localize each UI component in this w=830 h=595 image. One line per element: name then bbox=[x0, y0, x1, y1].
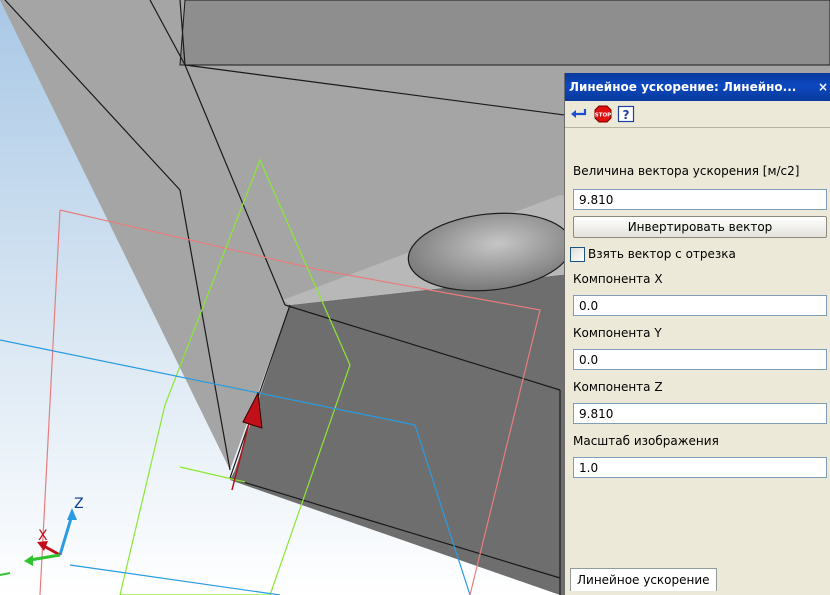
take-vector-checkbox[interactable] bbox=[570, 246, 585, 262]
help-icon: ? bbox=[617, 105, 635, 123]
axis-x-label: X bbox=[38, 528, 48, 544]
svg-text:STOP: STOP bbox=[595, 113, 611, 119]
create-object-button[interactable] bbox=[570, 105, 588, 123]
stop-button[interactable]: STOP bbox=[594, 105, 612, 123]
component-x-label: Компонента X bbox=[573, 272, 663, 286]
close-icon[interactable]: × bbox=[818, 73, 828, 101]
component-z-label: Компонента Z bbox=[573, 380, 663, 394]
svg-text:?: ? bbox=[623, 108, 630, 122]
enter-arrow-icon bbox=[571, 109, 587, 118]
panel-title-bar[interactable]: Линейное ускорение: Линейно... bbox=[565, 73, 830, 101]
tab-linear-acceleration[interactable]: Линейное ускорение bbox=[570, 568, 717, 591]
component-z-input[interactable] bbox=[573, 403, 827, 424]
part-top-face bbox=[179, 0, 830, 66]
component-x-input[interactable] bbox=[573, 295, 827, 316]
help-button[interactable]: ? bbox=[617, 105, 635, 123]
scale-input[interactable] bbox=[573, 457, 827, 478]
component-y-label: Компонента Y bbox=[573, 326, 662, 340]
take-vector-row[interactable]: Взять вектор с отрезка bbox=[570, 244, 829, 264]
acceleration-form-fields: Величина вектора ускорения [м/с2] Инверт… bbox=[570, 163, 829, 478]
panel-title: Линейное ускорение: Линейно... bbox=[569, 80, 797, 94]
magnitude-input[interactable] bbox=[573, 189, 827, 210]
take-vector-label: Взять вектор с отрезка bbox=[588, 247, 736, 261]
stop-icon: STOP bbox=[594, 105, 612, 123]
scale-label: Масштаб изображения bbox=[573, 434, 719, 448]
magnitude-label: Величина вектора ускорения [м/с2] bbox=[573, 164, 800, 178]
panel-toolbar: STOP ? bbox=[565, 101, 830, 128]
invert-vector-button[interactable]: Инвертировать вектор bbox=[573, 216, 827, 238]
component-y-input[interactable] bbox=[573, 349, 827, 370]
axis-z-label: Z bbox=[74, 496, 84, 512]
